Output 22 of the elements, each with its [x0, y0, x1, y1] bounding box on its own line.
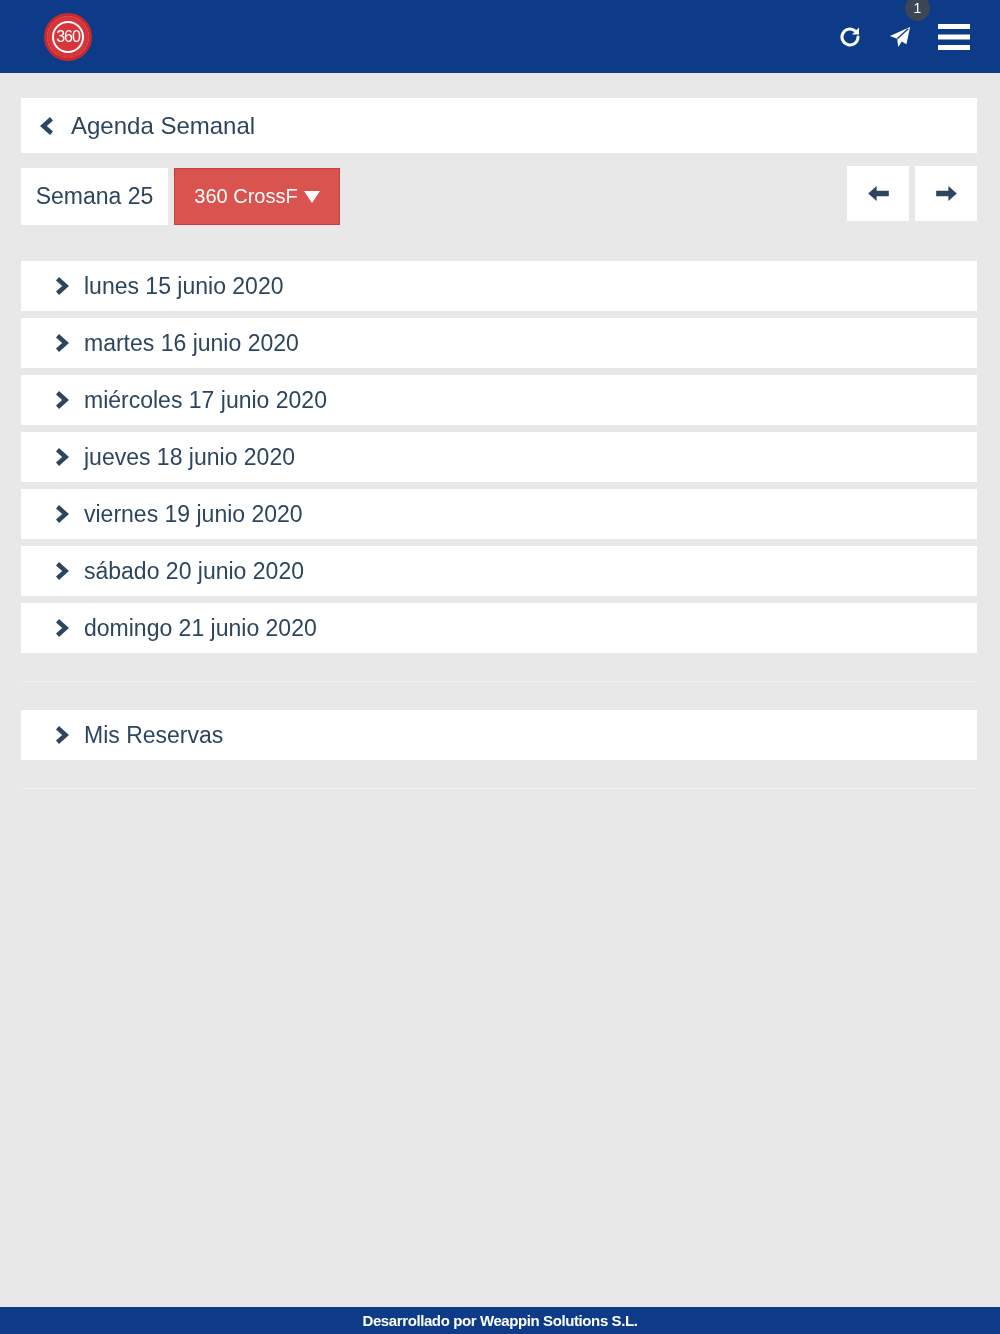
previous-week-button[interactable]: [847, 166, 909, 221]
day-row[interactable]: viernes 19 junio 2020: [21, 489, 977, 539]
day-row[interactable]: martes 16 junio 2020: [21, 318, 977, 368]
menu-icon[interactable]: [938, 23, 970, 50]
footer-credit: Desarrollado por Weappin Solutions S.L.: [362, 1312, 638, 1329]
caret-icon: [303, 190, 320, 203]
day-row[interactable]: sábado 20 junio 2020: [21, 546, 977, 596]
arrow-left-icon: [867, 186, 889, 201]
page-title: Agenda Semanal: [71, 111, 256, 140]
day-row[interactable]: jueves 18 junio 2020: [21, 432, 977, 482]
day-row[interactable]: miércoles 17 junio 2020: [21, 375, 977, 425]
logo[interactable]: 360: [44, 12, 92, 61]
refresh-icon[interactable]: [838, 24, 862, 49]
day-row[interactable]: lunes 15 junio 2020: [21, 261, 977, 311]
paper-plane-icon[interactable]: [888, 25, 912, 48]
week-label: Semana 25: [21, 168, 168, 225]
arrow-right-icon: [935, 186, 957, 201]
day-row[interactable]: domingo 21 junio 2020: [21, 603, 977, 653]
reservations-row[interactable]: Mis Reservas: [21, 710, 977, 760]
notification-count: 1: [905, 0, 930, 21]
gym-dropdown[interactable]: 360 CrossF: [174, 168, 340, 225]
next-week-button[interactable]: [915, 166, 977, 221]
